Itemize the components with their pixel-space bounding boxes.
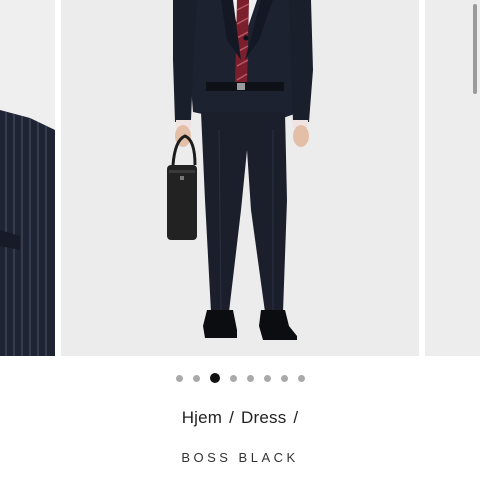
suit-detail-image <box>0 110 55 356</box>
product-image-carousel[interactable] <box>0 0 480 356</box>
breadcrumb: Hjem / Dress / <box>0 408 480 428</box>
pagination-dot[interactable] <box>280 374 288 382</box>
breadcrumb-item-home[interactable]: Hjem <box>182 408 222 427</box>
pagination-dot[interactable] <box>175 374 183 382</box>
pagination-dot[interactable] <box>263 374 271 382</box>
carousel-slide-next[interactable] <box>425 0 480 356</box>
breadcrumb-separator: / <box>293 408 299 427</box>
carousel-slide-current[interactable] <box>61 0 419 356</box>
pagination-dot[interactable] <box>229 374 237 382</box>
breadcrumb-separator: / <box>229 408 235 427</box>
carousel-pagination <box>0 373 480 383</box>
brand-name[interactable]: BOSS BLACK <box>0 450 480 465</box>
scrollbar-thumb[interactable] <box>473 4 477 94</box>
pagination-dot[interactable] <box>297 374 305 382</box>
breadcrumb-item-dress[interactable]: Dress <box>241 408 286 427</box>
carousel-slide-previous[interactable] <box>0 0 55 356</box>
pagination-dot[interactable] <box>246 374 254 382</box>
next-product-image <box>425 0 480 356</box>
pagination-dot[interactable] <box>192 374 200 382</box>
pagination-dot-active[interactable] <box>209 373 220 383</box>
product-model-image <box>167 0 313 340</box>
